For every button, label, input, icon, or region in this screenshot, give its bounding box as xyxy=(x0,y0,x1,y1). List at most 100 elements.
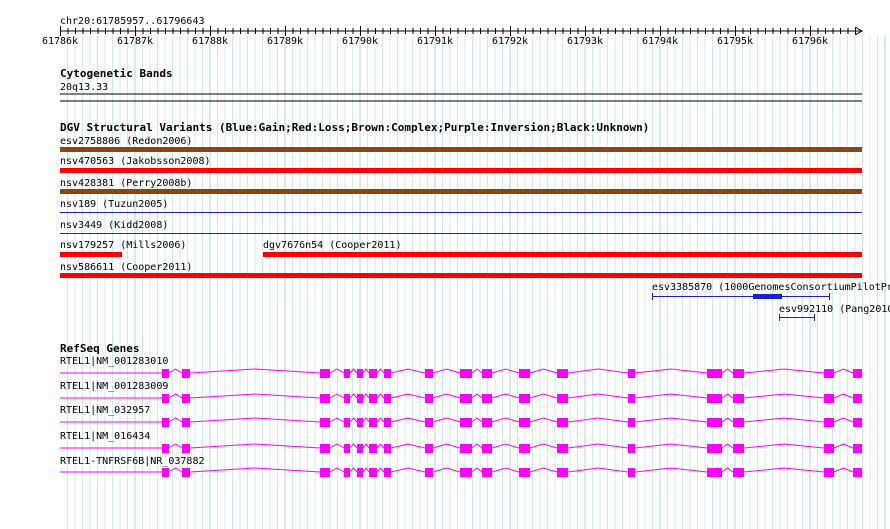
sv-bar[interactable] xyxy=(60,147,862,152)
gene-exon[interactable] xyxy=(628,418,635,427)
sv-bar[interactable] xyxy=(263,252,862,257)
gene-exon[interactable] xyxy=(320,369,330,378)
gene-exon[interactable] xyxy=(707,369,722,378)
gene-exon[interactable] xyxy=(853,444,862,453)
gene-exon[interactable] xyxy=(344,418,350,427)
gene-exon[interactable] xyxy=(369,468,377,477)
gene-exon[interactable] xyxy=(482,369,492,378)
gene-exon[interactable] xyxy=(628,468,635,477)
gene-exon[interactable] xyxy=(733,418,744,427)
gene-exon[interactable] xyxy=(162,418,169,427)
sv-feature[interactable]: nsv428381 (Perry2008b) xyxy=(60,178,862,194)
gene-exon[interactable] xyxy=(733,369,744,378)
gene-exon[interactable] xyxy=(557,444,568,453)
gene-exon[interactable] xyxy=(628,444,635,453)
gene-exon[interactable] xyxy=(824,394,834,403)
gene-exon[interactable] xyxy=(519,394,530,403)
gene-exon[interactable] xyxy=(320,418,330,427)
gene-exon[interactable] xyxy=(162,369,169,378)
gene-exon[interactable] xyxy=(182,418,190,427)
gene-exon[interactable] xyxy=(182,468,190,477)
gene-exon[interactable] xyxy=(557,418,568,427)
gene-exon[interactable] xyxy=(425,444,433,453)
gene-exon[interactable] xyxy=(557,394,568,403)
gene-exon[interactable] xyxy=(425,468,433,477)
gene-exon[interactable] xyxy=(369,418,377,427)
sv-feature[interactable]: esv992110 (Pang2010 xyxy=(779,304,890,321)
gene-exon[interactable] xyxy=(344,444,350,453)
sv-bar[interactable] xyxy=(60,168,862,173)
gene-exon[interactable] xyxy=(162,444,169,453)
sv-feature[interactable]: nsv179257 (Mills2006) xyxy=(60,240,186,257)
gene-exon[interactable] xyxy=(519,444,530,453)
gene-exon[interactable] xyxy=(344,468,350,477)
gene-exon[interactable] xyxy=(824,369,834,378)
gene-exon[interactable] xyxy=(557,369,568,378)
sv-feature[interactable]: nsv586611 (Cooper2011) xyxy=(60,262,862,278)
gene-exon[interactable] xyxy=(384,369,391,378)
gene-exon[interactable] xyxy=(162,468,169,477)
gene-exon[interactable] xyxy=(824,468,834,477)
gene-exon[interactable] xyxy=(425,394,433,403)
gene-exon[interactable] xyxy=(460,468,472,477)
gene-exon[interactable] xyxy=(384,394,391,403)
gene-exon[interactable] xyxy=(482,418,492,427)
gene-exon[interactable] xyxy=(357,418,363,427)
gene-exon[interactable] xyxy=(384,418,391,427)
gene-exon[interactable] xyxy=(707,394,722,403)
gene-exon[interactable] xyxy=(519,418,530,427)
gene-exon[interactable] xyxy=(182,444,190,453)
gene-exon[interactable] xyxy=(853,394,862,403)
gene-exon[interactable] xyxy=(519,369,530,378)
gene-exon[interactable] xyxy=(557,468,568,477)
gene-exon[interactable] xyxy=(320,444,330,453)
gene-exon[interactable] xyxy=(182,369,190,378)
gene-exon[interactable] xyxy=(344,394,350,403)
gene-exon[interactable] xyxy=(628,369,635,378)
gene-exon[interactable] xyxy=(460,444,472,453)
sv-feature[interactable]: nsv470563 (Jakobsson2008) xyxy=(60,156,862,173)
gene-exon[interactable] xyxy=(369,369,377,378)
gene-exon[interactable] xyxy=(425,418,433,427)
sv-feature[interactable]: esv2758806 (Redon2006) xyxy=(60,136,862,152)
gene-exon[interactable] xyxy=(369,394,377,403)
gene-exon[interactable] xyxy=(384,444,391,453)
gene-exon[interactable] xyxy=(733,468,744,477)
gene-exon[interactable] xyxy=(369,444,377,453)
gene-exon[interactable] xyxy=(628,394,635,403)
gene-exon[interactable] xyxy=(824,444,834,453)
gene-exon[interactable] xyxy=(853,369,862,378)
gene-exon[interactable] xyxy=(460,418,472,427)
gene-exon[interactable] xyxy=(357,468,363,477)
gene-exon[interactable] xyxy=(482,444,492,453)
gene-exon[interactable] xyxy=(733,444,744,453)
gene-exon[interactable] xyxy=(853,468,862,477)
gene-exon[interactable] xyxy=(357,369,363,378)
gene-exon[interactable] xyxy=(460,369,472,378)
gene-exon[interactable] xyxy=(344,369,350,378)
gene-exon[interactable] xyxy=(707,468,722,477)
sv-bar[interactable] xyxy=(753,294,782,299)
gene-exon[interactable] xyxy=(320,468,330,477)
gene-exon[interactable] xyxy=(733,394,744,403)
gene-exon[interactable] xyxy=(824,418,834,427)
gene-exon[interactable] xyxy=(707,418,722,427)
genome-browser-view[interactable]: chr20:61785957..61796643 61786k 61787k 617… xyxy=(0,0,890,529)
gene-exon[interactable] xyxy=(182,394,190,403)
gene-exon[interactable] xyxy=(853,418,862,427)
gene-exon[interactable] xyxy=(357,444,363,453)
gene-exon[interactable] xyxy=(320,394,330,403)
sv-bar[interactable] xyxy=(60,189,862,194)
sv-bar[interactable] xyxy=(60,273,862,278)
sv-feature[interactable]: esv3385870 (1000GenomesConsortiumPilotPr xyxy=(652,282,890,300)
gene-exon[interactable] xyxy=(384,468,391,477)
gene-exon[interactable] xyxy=(162,394,169,403)
gene-exon[interactable] xyxy=(519,468,530,477)
gene-exon[interactable] xyxy=(482,468,492,477)
gene-exon[interactable] xyxy=(425,369,433,378)
gene-exon[interactable] xyxy=(357,394,363,403)
gene-exon[interactable] xyxy=(460,394,472,403)
sv-bar[interactable] xyxy=(60,252,122,257)
gene-exon[interactable] xyxy=(482,394,492,403)
gene-exon[interactable] xyxy=(707,444,722,453)
